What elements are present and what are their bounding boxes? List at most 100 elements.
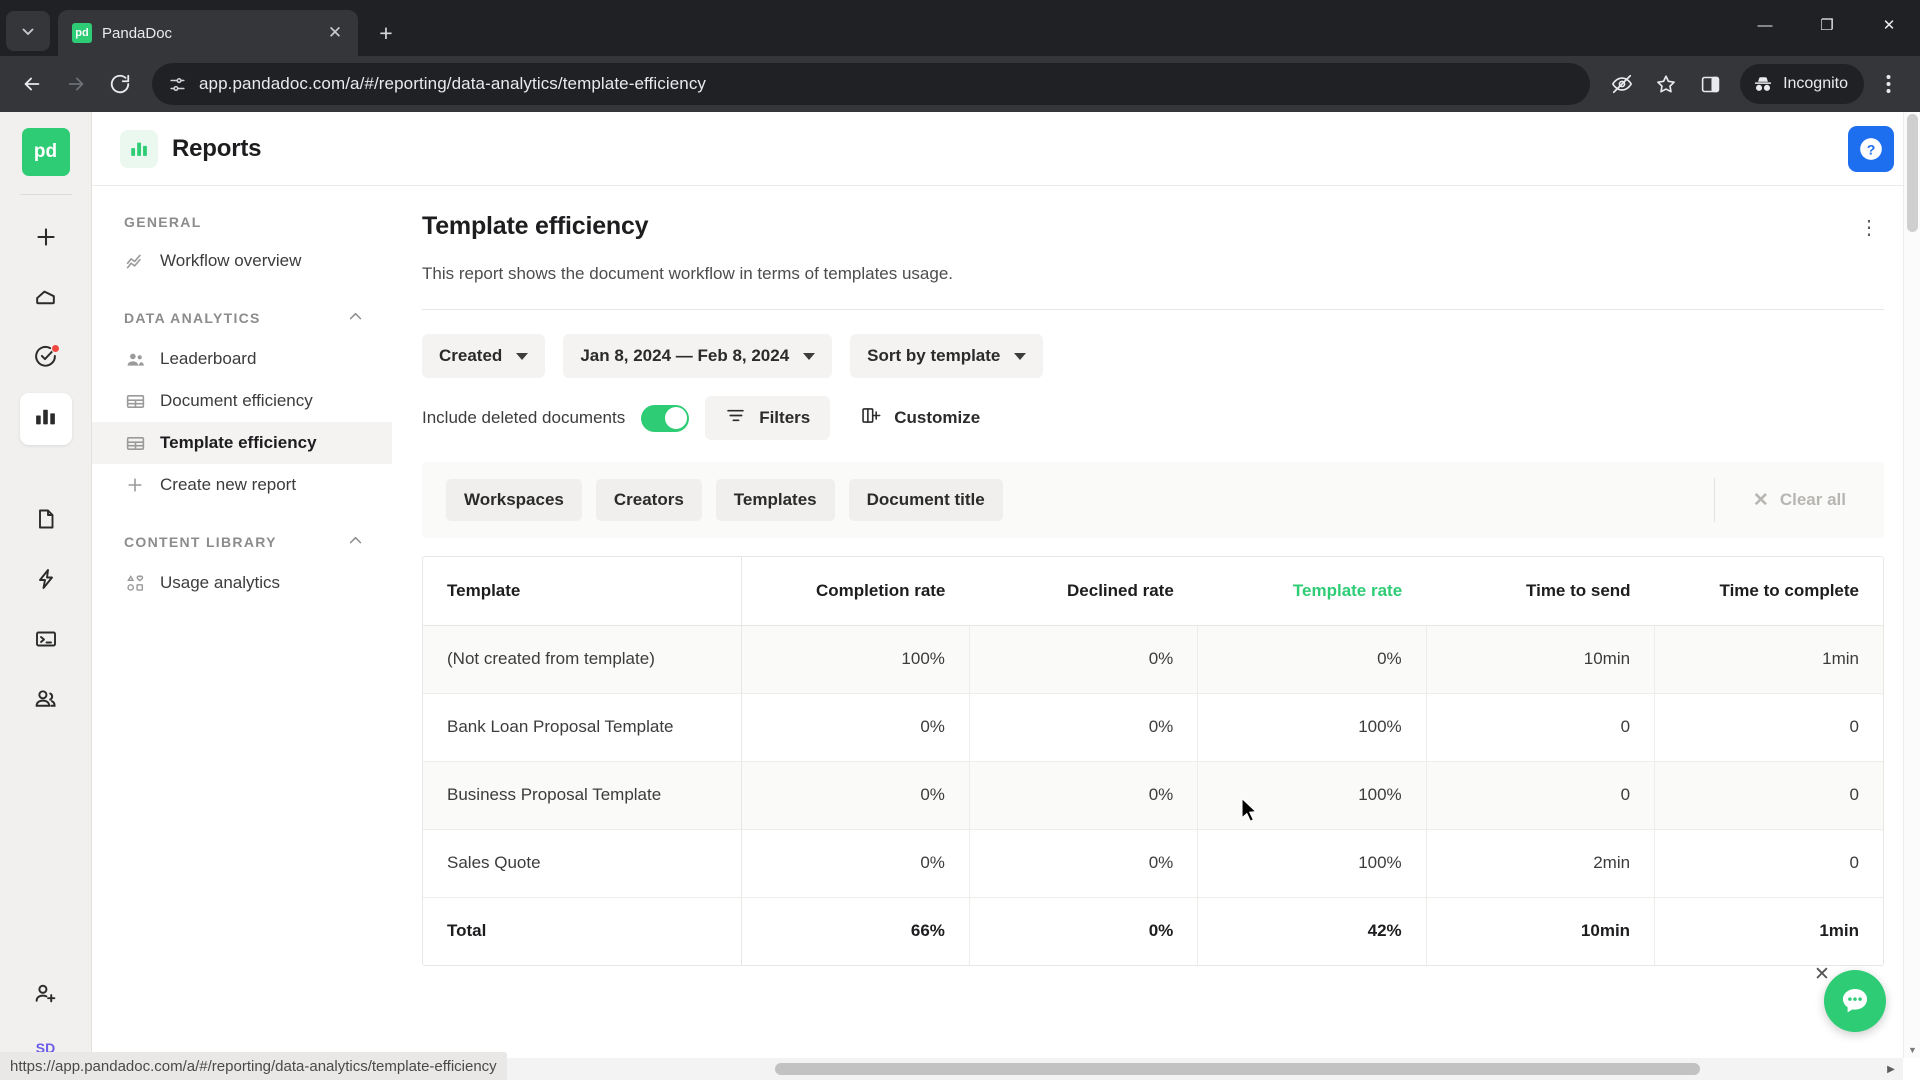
cell-time-to-complete: 1min: [1654, 625, 1883, 694]
chip-document-title[interactable]: Document title: [848, 479, 1003, 521]
table-body: (Not created from template) 100% 0% 0% 1…: [423, 625, 1883, 965]
column-header-template-rate[interactable]: Template rate: [1197, 557, 1427, 626]
reload-button[interactable]: [100, 64, 140, 104]
tracking-protection-icon[interactable]: [1602, 64, 1642, 104]
chevron-up-icon[interactable]: [347, 308, 364, 328]
chevron-up-icon[interactable]: [347, 532, 364, 552]
cell-template-rate: 100%: [1197, 693, 1427, 762]
sidebar-item-template-efficiency[interactable]: Template efficiency: [92, 422, 392, 464]
rail-item-reports[interactable]: [19, 393, 72, 445]
nav-gap: [92, 506, 392, 532]
sidebar-item-document-efficiency[interactable]: Document efficiency: [92, 380, 392, 422]
sidebar-item-create-new-report[interactable]: Create new report: [92, 464, 392, 506]
pandadoc-logo[interactable]: pd: [21, 128, 70, 176]
lightning-icon: [34, 567, 58, 596]
rail-item-automations[interactable]: [20, 555, 72, 607]
rail-item-contacts[interactable]: [20, 675, 72, 727]
window-minimize-button[interactable]: —: [1734, 0, 1796, 50]
status-bar-url: https://app.pandadoc.com/a/#/reporting/d…: [0, 1052, 507, 1080]
filter-sort-dropdown[interactable]: Sort by template: [850, 334, 1044, 378]
window-close-button[interactable]: ✕: [1858, 0, 1920, 50]
cell-total-completion-rate: 66%: [741, 897, 970, 965]
chat-launcher-button[interactable]: [1824, 970, 1886, 1032]
include-deleted-toggle[interactable]: [641, 404, 690, 432]
rail-item-documents[interactable]: [20, 495, 72, 547]
report-options-kebab-icon[interactable]: ⋮: [1854, 212, 1884, 242]
shapes-icon: [124, 572, 146, 594]
new-tab-button[interactable]: +: [368, 15, 404, 51]
filters-button-label: Filters: [759, 408, 811, 427]
rail-item-home[interactable]: [20, 273, 72, 325]
filter-created-dropdown[interactable]: Created: [422, 334, 546, 378]
cell-declined-rate: 0%: [969, 693, 1199, 762]
report-toggle-row: Include deleted documents Filters Custom…: [422, 396, 1920, 440]
column-header-template[interactable]: Template: [423, 557, 742, 626]
clear-all-button[interactable]: ✕ Clear all: [1753, 489, 1860, 512]
divider: [422, 309, 1884, 310]
table-row[interactable]: Business Proposal Template 0% 0% 100% 0 …: [423, 761, 1883, 830]
table-row[interactable]: (Not created from template) 100% 0% 0% 1…: [423, 625, 1883, 694]
filter-daterange-label: Jan 8, 2024 — Feb 8, 2024: [580, 346, 790, 365]
browser-menu-icon[interactable]: [1868, 64, 1908, 104]
horizontal-scrollbar-thumb[interactable]: [775, 1063, 1700, 1075]
cell-time-to-send: 10min: [1426, 625, 1656, 694]
cell-total-time-to-send: 10min: [1426, 897, 1656, 965]
chat-close-icon[interactable]: ✕: [1812, 964, 1832, 985]
column-header-time-to-send[interactable]: Time to send: [1426, 557, 1655, 626]
rail-divider: [19, 194, 72, 195]
tab-favicon: pd: [72, 23, 92, 43]
app-main-column: Reports ? GENERAL Workflow overview DATA…: [92, 112, 1920, 1080]
column-header-time-to-complete[interactable]: Time to complete: [1654, 557, 1883, 626]
browser-tab[interactable]: pd PandaDoc ✕: [58, 10, 358, 56]
chip-templates[interactable]: Templates: [715, 479, 835, 521]
chip-creators[interactable]: Creators: [595, 479, 702, 521]
bookmark-star-icon[interactable]: [1646, 64, 1686, 104]
site-settings-icon[interactable]: [168, 75, 187, 94]
column-header-completion-rate[interactable]: Completion rate: [741, 557, 970, 626]
sidebar-item-leaderboard[interactable]: Leaderboard: [92, 338, 392, 380]
plus-icon: [33, 224, 59, 255]
window-maximize-button[interactable]: ❐: [1796, 0, 1858, 50]
rail-item-invite-user[interactable]: [20, 970, 72, 1022]
column-header-declined-rate[interactable]: Declined rate: [969, 557, 1198, 626]
plus-icon: [124, 474, 146, 496]
customize-button[interactable]: Customize: [846, 396, 1000, 440]
report-filters-row: Created Jan 8, 2024 — Feb 8, 2024 Sort b…: [422, 334, 1920, 378]
terminal-icon: [34, 627, 58, 656]
sidebar-item-usage-analytics[interactable]: Usage analytics: [92, 562, 392, 604]
sidebar-item-label: Create new report: [160, 475, 297, 494]
rail-item-forms[interactable]: [20, 615, 72, 667]
sidebar-item-label: Template efficiency: [160, 433, 317, 452]
browser-toolbar: app.pandadoc.com/a/#/reporting/data-anal…: [0, 56, 1920, 112]
nav-section-data-analytics-title[interactable]: DATA ANALYTICS: [92, 308, 392, 338]
vertical-scrollbar[interactable]: ▲ ▼: [1903, 112, 1920, 1058]
report-description: This report shows the document workflow …: [422, 264, 954, 283]
rail-item-create-new[interactable]: [20, 213, 72, 265]
table-icon: [124, 390, 146, 412]
customize-button-label: Customize: [894, 408, 981, 427]
reports-icon: [120, 129, 158, 168]
rail-item-tasks[interactable]: [20, 333, 72, 385]
tab-search-button[interactable]: [6, 11, 50, 51]
side-panel-icon[interactable]: [1690, 64, 1730, 104]
browser-window: pd PandaDoc ✕ + — ❐ ✕ app.pandadoc.com/a…: [0, 0, 1920, 1080]
filter-daterange-dropdown[interactable]: Jan 8, 2024 — Feb 8, 2024: [563, 334, 833, 378]
cell-total-label: Total: [423, 897, 742, 965]
address-bar[interactable]: app.pandadoc.com/a/#/reporting/data-anal…: [152, 63, 1591, 105]
nav-section-content-library-title[interactable]: CONTENT LIBRARY: [92, 532, 392, 562]
scroll-down-arrow-icon[interactable]: ▼: [1904, 1042, 1920, 1058]
filter-chips-bar: Workspaces Creators Templates Document t…: [422, 462, 1884, 538]
vertical-scrollbar-thumb[interactable]: [1907, 114, 1918, 232]
table-row[interactable]: Sales Quote 0% 0% 100% 2min 0: [423, 829, 1883, 898]
chip-workspaces[interactable]: Workspaces: [446, 479, 582, 521]
help-button[interactable]: ?: [1848, 125, 1894, 172]
incognito-indicator[interactable]: Incognito: [1740, 64, 1864, 104]
table-row[interactable]: Bank Loan Proposal Template 0% 0% 100% 0…: [423, 693, 1883, 762]
back-button[interactable]: [12, 64, 52, 104]
sidebar-item-workflow-overview[interactable]: Workflow overview: [92, 240, 392, 282]
tab-close-icon[interactable]: ✕: [322, 20, 348, 46]
table-head: Template Completion rate Declined rate T…: [423, 557, 1883, 626]
scroll-right-arrow-icon[interactable]: ▶: [1881, 1058, 1901, 1080]
forward-button[interactable]: [56, 64, 96, 104]
filters-button[interactable]: Filters: [705, 396, 831, 440]
